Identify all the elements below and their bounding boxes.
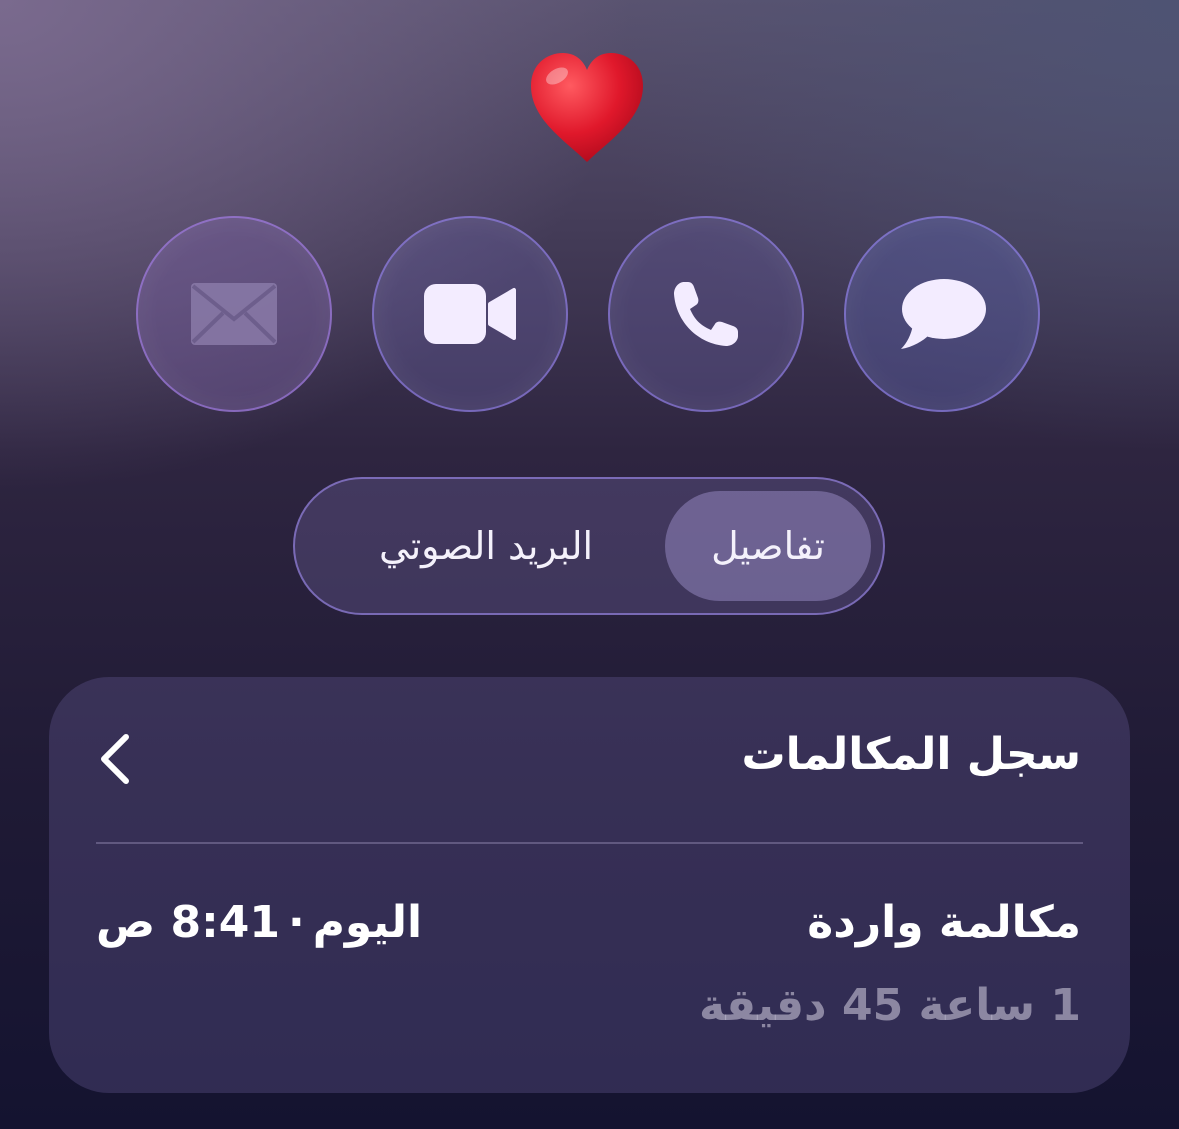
divider [96,842,1083,844]
phone-call-button[interactable] [608,216,804,412]
heart-emoji-icon [531,53,643,162]
video-call-button[interactable] [372,216,568,412]
video-camera-icon [424,284,516,344]
tab-details[interactable]: تفاصيل [665,491,871,601]
call-day: اليوم [312,897,423,948]
call-duration: 1 ساعة 45 دقيقة [698,980,1081,1031]
speech-bubble-icon [901,279,986,349]
phone-icon [674,282,738,346]
call-separator: · [287,897,305,948]
call-time: 8:41 ص [96,897,280,948]
tab-voicemail-label: البريد الصوتي [378,524,594,568]
envelope-icon [191,283,277,345]
tab-voicemail[interactable]: البريد الصوتي [321,491,651,601]
call-history-title: سجل المكالمات [741,729,1081,780]
chevron-left-icon[interactable] [96,731,132,787]
mail-button[interactable] [136,216,332,412]
call-type: مكالمة واردة [807,897,1081,948]
tab-details-label: تفاصيل [711,524,825,568]
call-history-card: سجل المكالمات مكالمة واردة اليوم · 8:41 … [49,677,1130,1093]
message-button[interactable] [844,216,1040,412]
details-voicemail-segmented-control: تفاصيل البريد الصوتي [293,477,885,615]
call-datetime: اليوم · 8:41 ص [96,897,422,948]
contact-actions [0,216,1179,416]
